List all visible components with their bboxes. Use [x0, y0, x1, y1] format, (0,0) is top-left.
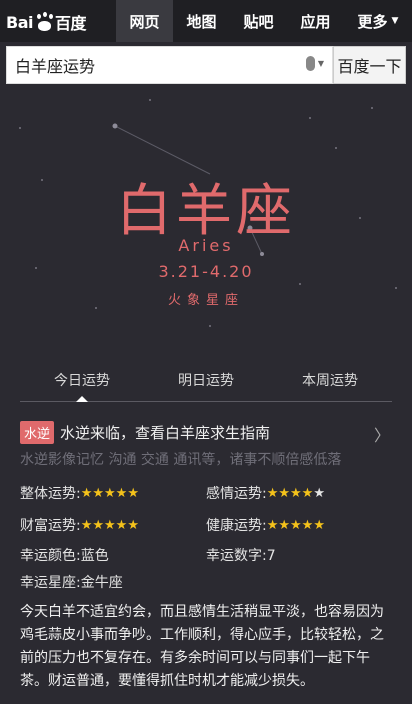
star-rating: ★★★★★ — [266, 517, 325, 533]
nav-tabs: 网页 地图 贴吧 应用 更多 ▼ — [116, 0, 412, 42]
zodiac-date-range: 3.21-4.20 — [158, 262, 254, 281]
fortune-tabs: 今日运势 明日运势 本周运势 — [20, 362, 392, 402]
star-rating: ★★★★★ — [80, 485, 139, 501]
nav-tab-more[interactable]: 更多 ▼ — [344, 0, 412, 42]
logo-text-left: Bai — [6, 12, 33, 32]
search-bar: 白羊座运势 ▼ 百度一下 — [6, 46, 406, 84]
lucky-sign: 幸运星座:金牛座 — [20, 575, 123, 591]
tab-today[interactable]: 今日运势 — [20, 362, 144, 402]
baidu-logo[interactable]: Bai 百度 — [6, 10, 87, 34]
lucky-row-1: 幸运颜色:蓝色 幸运数字:7 — [20, 545, 392, 565]
lucky-color: 幸运颜色:蓝色 — [20, 548, 109, 564]
zodiac-hero: 白羊座 Aries 3.21-4.20 火象星座 — [0, 88, 412, 358]
lucky-number: 幸运数字:7 — [206, 548, 276, 564]
nav-tab-apps[interactable]: 应用 — [287, 0, 344, 42]
fortune-description: 今天白羊不适宜约会，而且感情生活稍显平淡，也容易因为鸡毛蒜皮小事而争吵。工作顺利… — [20, 604, 384, 689]
tab-week[interactable]: 本周运势 — [268, 362, 392, 401]
rating-overall: 整体运势: ★★★★★ — [20, 485, 139, 503]
search-input[interactable]: 白羊座运势 ▼ — [6, 46, 333, 84]
zodiac-element: 火象星座 — [167, 293, 244, 308]
top-nav: Bai 百度 网页 地图 贴吧 应用 更多 ▼ — [0, 0, 412, 42]
notice-subtext: 水逆影像记忆 沟通 交通 通讯等，诸事不顺倍感低落 — [20, 452, 342, 468]
tab-tomorrow[interactable]: 明日运势 — [144, 362, 268, 401]
lucky-row-2: 幸运星座:金牛座 — [20, 572, 392, 592]
nav-tab-web[interactable]: 网页 — [116, 0, 173, 42]
paw-icon — [34, 12, 54, 32]
ratings-row-1: 整体运势: ★★★★★ 感情运势: ★★★★★ — [20, 483, 392, 503]
rating-wealth: 财富运势: ★★★★★ — [20, 517, 139, 535]
star-rating: ★★★★★ — [266, 485, 325, 501]
active-tab-indicator — [76, 396, 88, 402]
mercury-retrograde-notice[interactable]: 水逆 水逆来临，查看白羊座求生指南 〉 — [20, 420, 392, 445]
nav-tab-map[interactable]: 地图 — [173, 0, 230, 42]
notice-text: 水逆来临，查看白羊座求生指南 — [60, 423, 271, 442]
zodiac-english-name: Aries — [178, 236, 234, 255]
chevron-down-icon: ▼ — [391, 16, 399, 26]
zodiac-title: 白羊座 — [116, 179, 296, 244]
chevron-right-icon: 〉 — [373, 426, 390, 445]
nav-tab-tieba[interactable]: 贴吧 — [230, 0, 287, 42]
microphone-icon[interactable]: ▼ — [305, 56, 324, 71]
search-query: 白羊座运势 — [15, 57, 96, 76]
notice-badge: 水逆 — [20, 420, 55, 444]
rating-love: 感情运势: ★★★★★ — [206, 485, 325, 503]
logo-text-right: 百度 — [54, 14, 87, 33]
search-button[interactable]: 百度一下 — [333, 46, 406, 84]
ratings-row-2: 财富运势: ★★★★★ 健康运势: ★★★★★ — [20, 515, 392, 535]
rating-health: 健康运势: ★★★★★ — [206, 517, 325, 535]
star-rating: ★★★★★ — [80, 517, 139, 533]
